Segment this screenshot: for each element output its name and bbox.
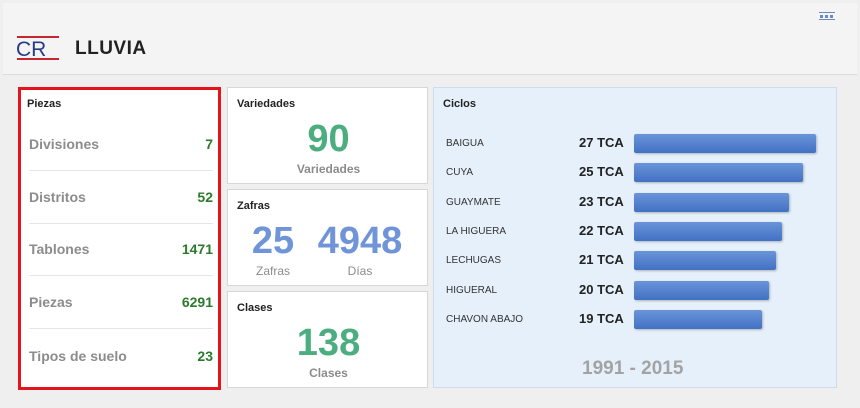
ciclo-bar xyxy=(634,280,769,300)
variedades-title: Variedades xyxy=(237,98,296,110)
stat-label: Distritos xyxy=(29,189,86,205)
stat-value: 1471 xyxy=(181,241,213,257)
page-title: LLUVIA xyxy=(75,38,147,59)
stat-row-tipos-de-suelo: Tipos de suelo 23 xyxy=(29,329,213,382)
ciclo-bar xyxy=(634,309,763,329)
ciclo-bar xyxy=(634,192,790,212)
ciclo-name: BAIGUA xyxy=(446,138,484,149)
stat-label: Tipos de suelo xyxy=(29,347,127,364)
stat-label: Piezas xyxy=(29,294,73,310)
clases-label: Clases xyxy=(309,366,348,380)
variedades-label: Variedades xyxy=(296,162,361,176)
logo-text: CR xyxy=(16,38,46,61)
ciclo-value-label: 27 TCA xyxy=(579,135,624,150)
ciclo-name: CHAVON ABAJO xyxy=(446,313,524,325)
ciclo-name: GUAYMATE xyxy=(446,196,501,208)
zafras-card: Zafras 25 Zafras 4948 Días xyxy=(227,189,428,286)
years-range: 1991 - 2015 xyxy=(582,358,684,379)
ciclo-name: LA HIGUERA xyxy=(446,225,507,237)
ciclo-row: CHAVON ABAJO 19 TCA xyxy=(434,308,838,332)
app-header: CR LLUVIA xyxy=(3,3,857,75)
stat-value: 7 xyxy=(205,136,213,152)
stat-value: 23 xyxy=(197,347,213,364)
stat-row-tablones: Tablones 1471 xyxy=(29,223,213,276)
ciclo-value-label: 20 TCA xyxy=(579,281,624,297)
ciclo-name: HIGUERAL xyxy=(446,284,498,296)
stat-label: Tablones xyxy=(29,241,90,257)
more-menu-icon[interactable] xyxy=(819,12,835,20)
ciclo-name: CUYA xyxy=(446,167,474,179)
variedades-card: Variedades 90 Variedades xyxy=(227,87,428,184)
ciclo-value-label: 21 TCA xyxy=(579,252,624,268)
ciclo-row: BAIGUA 27 TCA xyxy=(434,132,838,156)
ciclo-bar xyxy=(634,134,816,153)
ciclo-row: LECHUGAS 21 TCA xyxy=(434,249,838,273)
dias-label: Días xyxy=(347,264,373,278)
ciclo-row: GUAYMATE 23 TCA xyxy=(434,191,838,215)
stat-label: Divisiones xyxy=(29,136,100,152)
ciclo-value-label: 23 TCA xyxy=(579,193,624,209)
ciclo-row: CUYA 25 TCA xyxy=(434,161,838,185)
ciclo-bar xyxy=(634,221,783,241)
clases-title: Clases xyxy=(237,302,273,314)
ciclo-value-label: 25 TCA xyxy=(579,164,624,180)
cr-logo: CR xyxy=(15,33,61,63)
clases-value: 138 xyxy=(296,322,361,364)
ciclos-panel: Ciclos BAIGUA 27 TCA CUYA 25 TCA GUAYMATE 23 … xyxy=(433,87,837,388)
ciclos-title: Ciclos xyxy=(443,98,477,110)
variedades-value: 90 xyxy=(307,118,350,160)
ciclo-value-label: 19 TCA xyxy=(579,310,624,326)
stat-row-divisiones: Divisiones 7 xyxy=(29,118,213,171)
stat-value: 6291 xyxy=(181,294,213,310)
piezas-title: Piezas xyxy=(27,98,62,110)
stat-row-piezas: Piezas 6291 xyxy=(29,276,213,329)
zafras-title: Zafras xyxy=(237,200,271,212)
ciclo-value-label: 22 TCA xyxy=(579,222,624,238)
ciclo-row: HIGUERAL 20 TCA xyxy=(434,279,838,303)
stat-value: 52 xyxy=(197,189,213,205)
ciclo-bar xyxy=(634,251,776,271)
dias-value: 4948 xyxy=(317,220,403,262)
piezas-panel: Piezas Divisiones 7 Distritos 52 Tablone… xyxy=(18,87,221,390)
zafras-label: Zafras xyxy=(255,264,290,278)
stat-row-distritos: Distritos 52 xyxy=(29,171,213,224)
ciclo-name: LECHUGAS xyxy=(446,255,502,267)
clases-card: Clases 138 Clases xyxy=(227,291,428,388)
ciclo-row: LA HIGUERA 22 TCA xyxy=(434,220,838,244)
zafras-value: 25 xyxy=(251,220,295,262)
ciclo-bar xyxy=(634,163,803,183)
